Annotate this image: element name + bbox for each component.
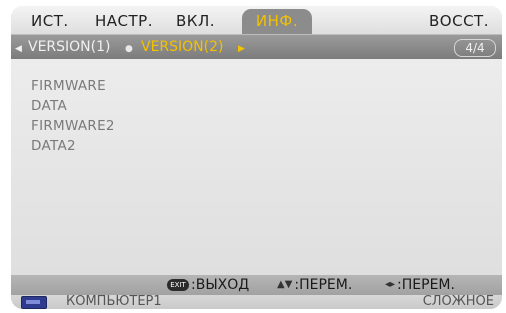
exit-hint: EXIT:ВЫХОД (167, 276, 249, 294)
projector-osd: ИСТ. НАСТР. ВКЛ. ИНФ. ВОССТ. ◀ VERSION(1… (0, 0, 506, 313)
page-indicator: 4/4 (454, 39, 496, 57)
top-tab-bar: ИСТ. НАСТР. ВКЛ. ИНФ. ВОССТ. (11, 6, 502, 35)
up-down-arrow-icon: ▲▼ (277, 279, 293, 290)
tab-source[interactable]: ИСТ. (31, 9, 69, 34)
separator-dot-icon: ● (125, 44, 133, 54)
hint-bar: EXIT:ВЫХОД ▲▼:ПЕРЕМ. ◂▸:ПЕРЕМ. (11, 275, 502, 295)
exit-button-icon: EXIT (167, 279, 189, 291)
move-vertical-label: :ПЕРЕМ. (294, 277, 353, 293)
left-arrow-icon[interactable]: ◀ (15, 37, 22, 57)
tab-reset[interactable]: ВОССТ. (429, 9, 489, 34)
info-content: FIRMWARE DATA FIRMWARE2 DATA2 (11, 59, 502, 275)
tab-info[interactable]: ИНФ. (242, 9, 312, 34)
row-firmware2: FIRMWARE2 (31, 118, 115, 134)
row-data: DATA (31, 98, 67, 114)
row-data2: DATA2 (31, 138, 76, 154)
computer-input-icon (21, 296, 47, 309)
subtab-version-1[interactable]: VERSION(1) (28, 37, 111, 57)
right-arrow-icon[interactable]: ▶ (238, 37, 245, 57)
left-right-arrow-icon: ◂▸ (385, 279, 396, 290)
subtab-version-2[interactable]: VERSION(2) (141, 37, 224, 57)
status-bar: КОМПЬЮТЕР1 СЛОЖНОЕ (11, 295, 502, 309)
move-horizontal-label: :ПЕРЕМ. (397, 277, 455, 293)
exit-hint-label: :ВЫХОД (191, 277, 250, 293)
tab-setup[interactable]: НАСТР. (95, 9, 153, 34)
tab-on[interactable]: ВКЛ. (176, 9, 215, 34)
menu-mode: СЛОЖНОЕ (422, 294, 494, 309)
row-firmware: FIRMWARE (31, 78, 106, 94)
menu-window: ИСТ. НАСТР. ВКЛ. ИНФ. ВОССТ. ◀ VERSION(1… (11, 6, 502, 309)
move-vertical-hint: ▲▼:ПЕРЕМ. (277, 276, 352, 294)
current-source: КОМПЬЮТЕР1 (66, 294, 162, 309)
version-subtabs: ◀ VERSION(1) ● VERSION(2) ▶ 4/4 (11, 35, 502, 59)
move-horizontal-hint: ◂▸:ПЕРЕМ. (385, 276, 455, 294)
